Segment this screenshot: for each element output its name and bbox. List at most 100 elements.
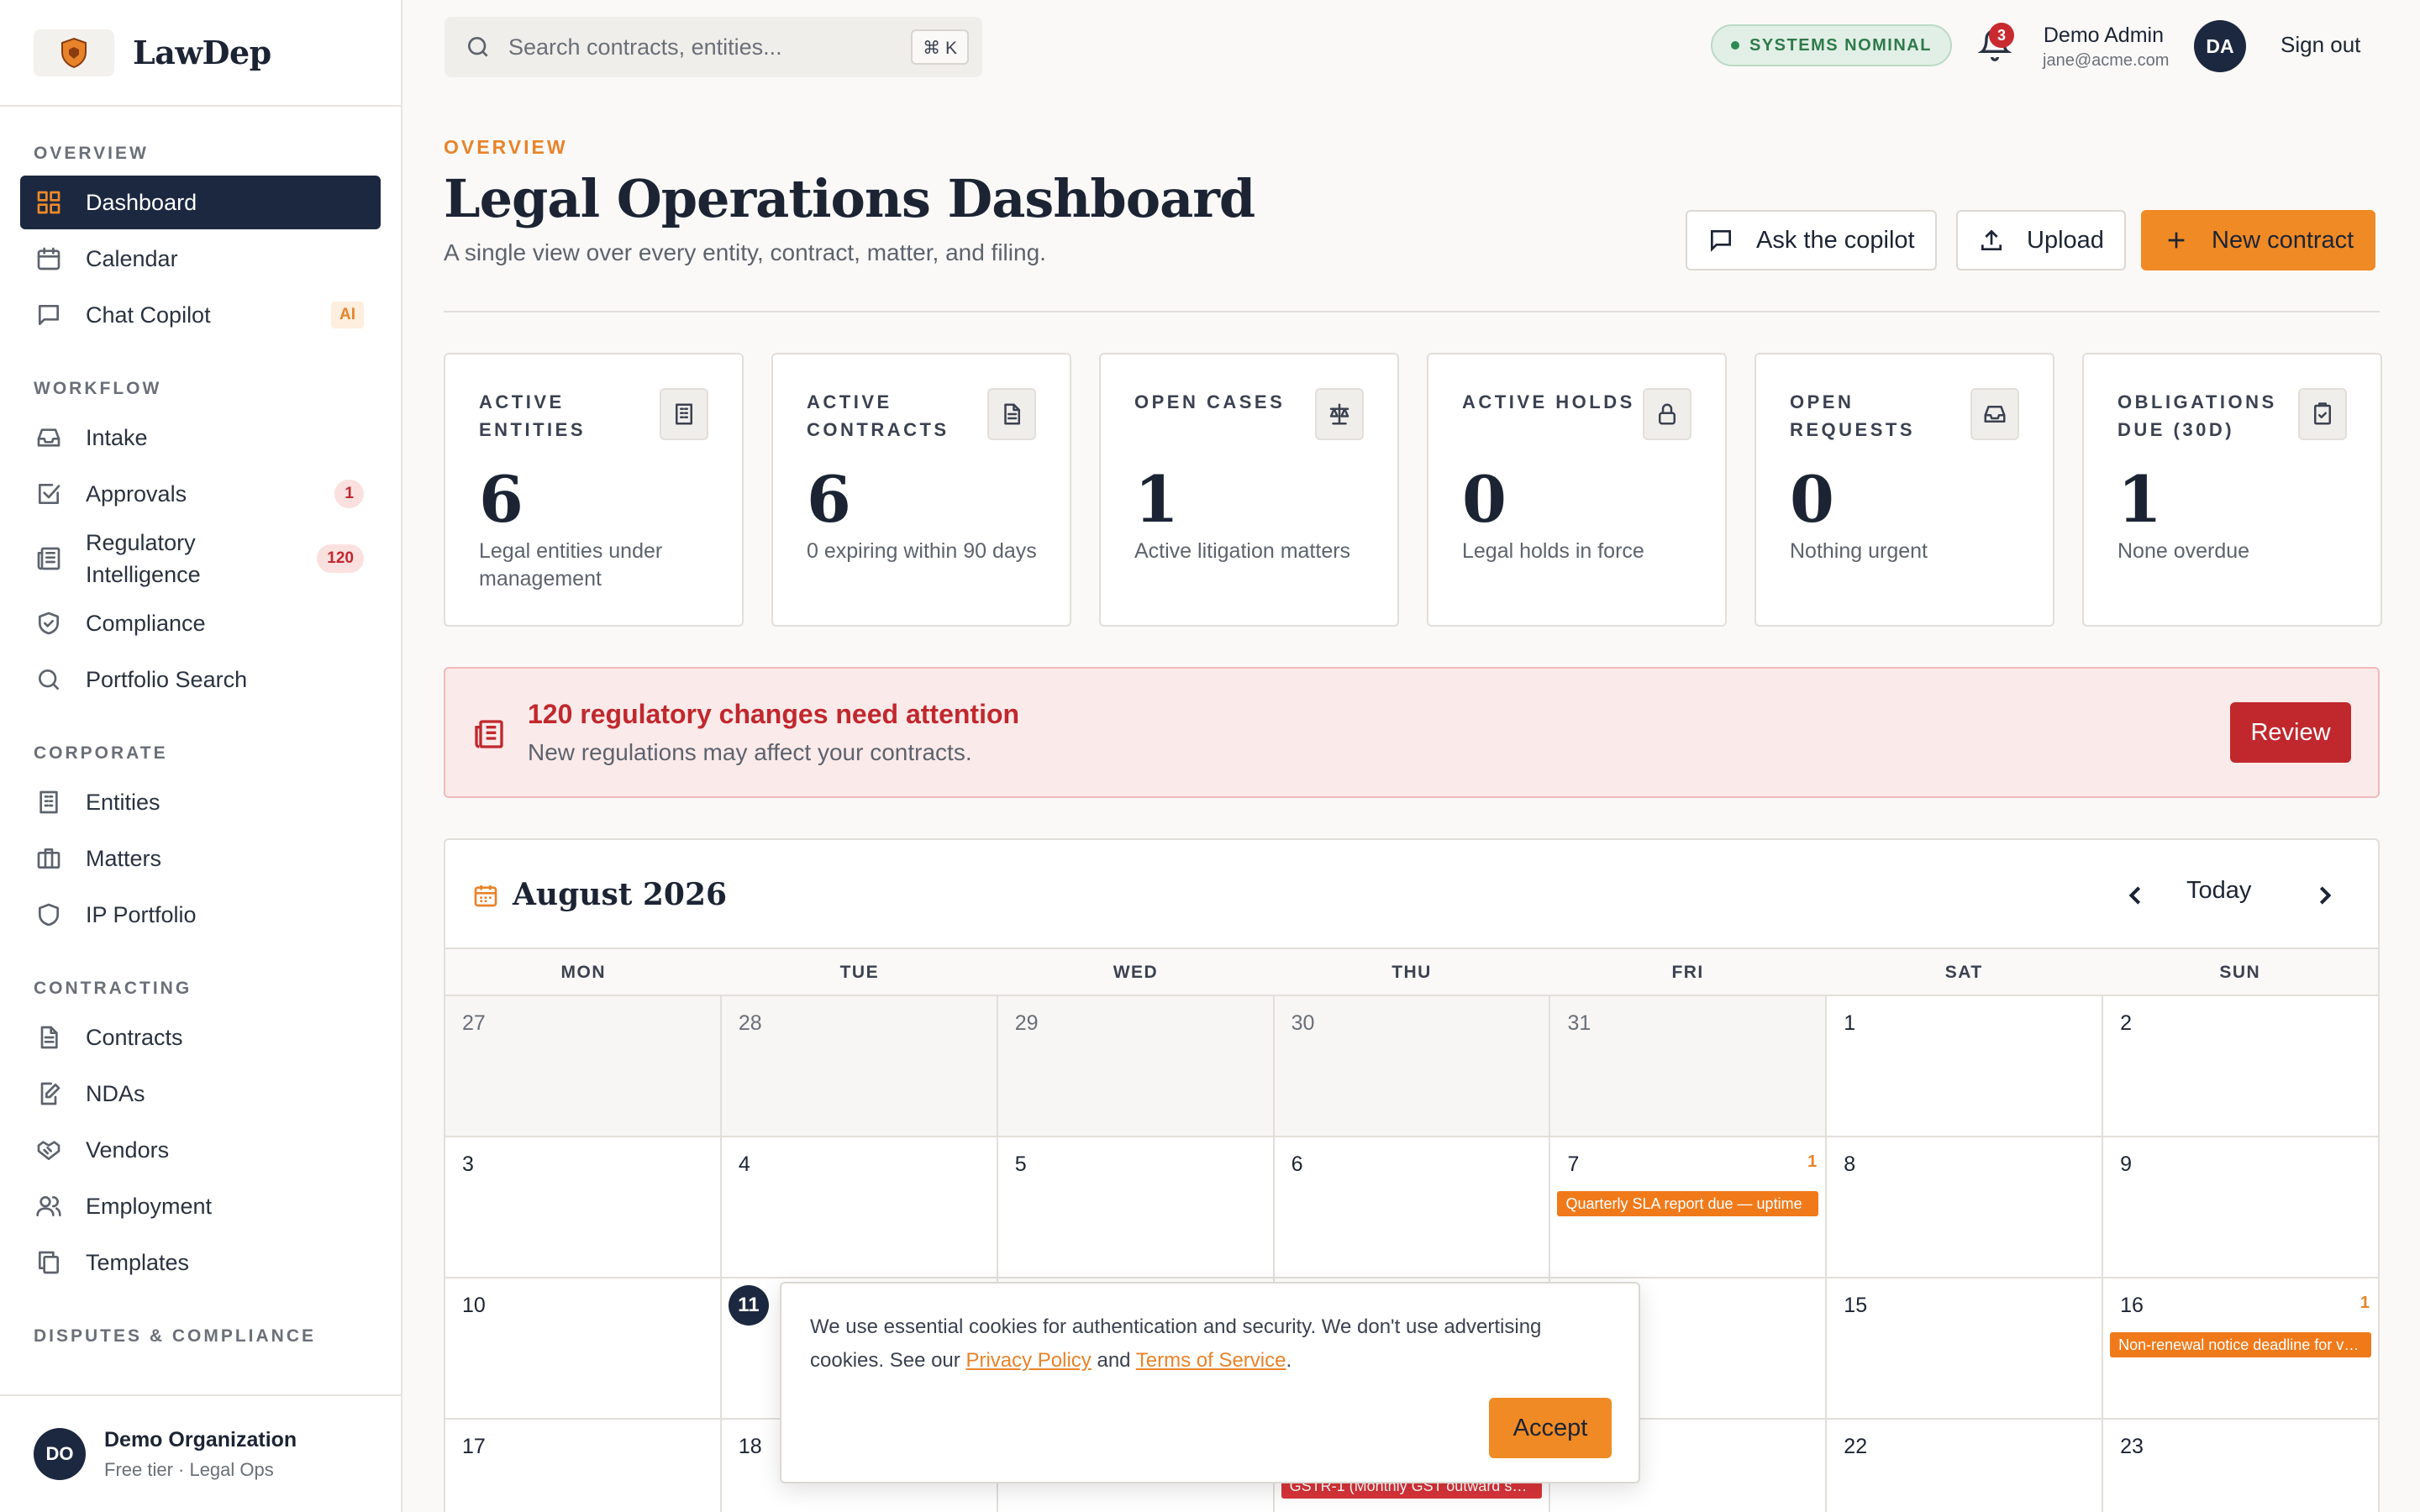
review-button[interactable]: Review: [2230, 702, 2351, 763]
privacy-policy-link[interactable]: Privacy Policy: [965, 1349, 1091, 1372]
cookie-accept-button[interactable]: Accept: [1489, 1398, 1612, 1458]
stat-card-open-requests[interactable]: OPEN REQUESTS 0 Nothing urgent: [1754, 353, 2054, 627]
stat-card-open-cases[interactable]: OPEN CASES 1 Active litigation matters: [1099, 353, 1399, 627]
ask-copilot-button[interactable]: Ask the copilot: [1686, 210, 1937, 270]
calendar-day-cell[interactable]: 4: [722, 1137, 998, 1277]
calendar-day-cell[interactable]: 16 1 Non-renewal notice deadline for vendo…: [2103, 1278, 2378, 1418]
sidebar-item-ip-portfolio[interactable]: IP Portfolio: [20, 888, 381, 942]
weekday-label: SAT: [1944, 963, 1983, 982]
plus-icon: [2168, 232, 2185, 249]
new-contract-button[interactable]: New contract: [2141, 210, 2376, 270]
sidebar-item-matters[interactable]: Matters: [20, 832, 381, 885]
stat-value: 1: [1134, 462, 1179, 537]
chat-icon: [1711, 230, 1731, 252]
sidebar-item-templates[interactable]: Templates: [20, 1236, 381, 1289]
stat-value: 6: [807, 462, 851, 537]
day-number: 27: [462, 1011, 486, 1035]
sidebar-item-ndas[interactable]: NDAs: [20, 1067, 381, 1121]
sidebar-item-entities[interactable]: Entities: [20, 775, 381, 829]
day-number: 7: [1567, 1152, 1580, 1176]
upload-button[interactable]: Upload: [1956, 210, 2126, 270]
calendar-day-cell[interactable]: 28: [721, 996, 998, 1136]
calendar-day-cell[interactable]: 31: [1550, 996, 1828, 1136]
dashboard-grid-icon: [37, 191, 60, 214]
stat-icon-box: [1643, 388, 1691, 440]
calendar-week-row: 3 4 5 6 7 1 Quarterly SLA report due — uptime 8…: [445, 1137, 2378, 1278]
calendar-day-cell[interactable]: 7 1 Quarterly SLA report due — uptime: [1550, 1137, 1828, 1277]
user-avatar[interactable]: DA: [2194, 20, 2246, 72]
scales-icon: [1329, 403, 1349, 425]
sign-out-button[interactable]: Sign out: [2281, 32, 2360, 58]
calendar-day-cell[interactable]: 6: [1275, 1137, 1551, 1277]
calendar-event[interactable]: Quarterly SLA report due — uptime: [1557, 1191, 1819, 1216]
weekday-label: TUE: [839, 963, 880, 982]
event-count: 1: [1807, 1152, 1818, 1171]
nav-section-overview: OVERVIEW: [34, 144, 149, 163]
sidebar-item-employment[interactable]: Employment: [20, 1179, 381, 1233]
calendar-day-cell[interactable]: 10: [445, 1278, 722, 1418]
stat-description: Nothing urgent: [1790, 539, 1928, 563]
weekday-header-row: MON TUE WED THU FRI SAT SUN: [445, 949, 2378, 996]
stat-card-obligations-due-30d[interactable]: OBLIGATIONS DUE (30D) 1 None overdue: [2082, 353, 2382, 627]
calendar-day-cell[interactable]: 30: [1274, 996, 1551, 1136]
stat-card-active-contracts[interactable]: ACTIVE CONTRACTS 6 0 expiring within 90 da…: [771, 353, 1071, 627]
sidebar-item-compliance[interactable]: Compliance: [20, 596, 381, 650]
org-switcher[interactable]: DO Demo Organization Free tier · Legal O…: [0, 1394, 401, 1512]
sidebar-item-label: Chat Copilot: [86, 302, 211, 328]
sidebar-item-calendar[interactable]: Calendar: [20, 232, 381, 286]
stat-card-active-entities[interactable]: ACTIVE ENTITIES 6 Legal entities under man…: [444, 353, 744, 627]
sidebar-item-portfolio-search[interactable]: Portfolio Search: [20, 653, 381, 706]
nav-section-workflow: WORKFLOW: [34, 379, 162, 398]
sidebar-item-regulatory-intelligence[interactable]: Regulatory Intelligence 120: [20, 523, 381, 594]
calendar-day-cell[interactable]: 17: [445, 1420, 722, 1512]
logo-row[interactable]: LawDep: [0, 0, 401, 107]
calendar-day-cell[interactable]: 27: [445, 996, 722, 1136]
calendar-day-cell[interactable]: 22: [1827, 1420, 2104, 1512]
sidebar-item-intake[interactable]: Intake: [20, 411, 381, 465]
day-number: 15: [1844, 1294, 1868, 1317]
calendar-day-cell[interactable]: 3: [445, 1137, 722, 1277]
sidebar-item-label: Templates: [86, 1250, 190, 1275]
calendar-day-cell[interactable]: 29: [997, 996, 1275, 1136]
page-title: Legal Operations Dashboard: [444, 168, 1255, 229]
search-box[interactable]: ⌘ K: [445, 17, 982, 77]
calendar-today-button[interactable]: Today: [2186, 877, 2251, 905]
calendar-event[interactable]: Non-renewal notice deadline for vendor: [2110, 1332, 2372, 1357]
sidebar-item-contracts[interactable]: Contracts: [20, 1011, 381, 1064]
day-number: 23: [2120, 1435, 2144, 1458]
calendar-prev-button[interactable]: [2118, 877, 2154, 914]
calendar-day-cell[interactable]: 5: [998, 1137, 1275, 1277]
calendar-day-cell[interactable]: 9: [2103, 1137, 2378, 1277]
day-number: 1: [1844, 1011, 1856, 1035]
day-number: 5: [1014, 1152, 1027, 1176]
stat-label: ACTIVE ENTITIES: [479, 391, 587, 440]
user-info[interactable]: Demo Admin jane@acme.com: [2043, 24, 2169, 71]
stat-card-active-holds[interactable]: ACTIVE HOLDS 0 Legal holds in force: [1427, 353, 1727, 627]
cookie-text: We use essential cookies for authenticat…: [810, 1310, 1617, 1378]
sidebar-item-approvals[interactable]: Approvals 1: [20, 467, 381, 521]
sidebar-item-dashboard[interactable]: Dashboard: [20, 176, 381, 229]
sidebar-item-chat-copilot[interactable]: Chat Copilot AI: [20, 288, 381, 342]
search-input[interactable]: [508, 34, 878, 60]
terms-of-service-link[interactable]: Terms of Service: [1136, 1349, 1286, 1372]
calendar-day-cell[interactable]: 8: [1827, 1137, 2104, 1277]
sidebar: LawDep OVERVIEW Dashboard Calendar Chat Cop…: [0, 0, 402, 1512]
checkbox-icon: [39, 484, 60, 504]
calendar-day-cell[interactable]: 15: [1827, 1278, 2104, 1418]
cookie-banner: We use essential cookies for authenticat…: [780, 1282, 1640, 1483]
sidebar-item-label: Portfolio Search: [86, 667, 248, 692]
stat-description: Active litigation matters: [1134, 539, 1351, 563]
nav-section-disputes-compliance: DISPUTES & COMPLIANCE: [34, 1326, 317, 1346]
calendar-month-title: August 2026: [513, 877, 728, 912]
calendar-day-cell[interactable]: 2: [2103, 996, 2378, 1136]
briefcase-icon: [37, 848, 60, 869]
sidebar-item-label: Calendar: [86, 246, 178, 271]
stat-description: Legal entities under management: [479, 539, 663, 591]
day-number: 2: [2120, 1011, 2133, 1035]
calendar-next-button[interactable]: [2306, 877, 2343, 914]
sidebar-item-vendors[interactable]: Vendors: [20, 1123, 381, 1177]
calendar-day-cell[interactable]: 1: [1827, 996, 2104, 1136]
page-eyebrow: OVERVIEW: [444, 136, 568, 158]
notification-count-badge: 3: [1989, 23, 2014, 48]
calendar-day-cell[interactable]: 23: [2103, 1420, 2378, 1512]
